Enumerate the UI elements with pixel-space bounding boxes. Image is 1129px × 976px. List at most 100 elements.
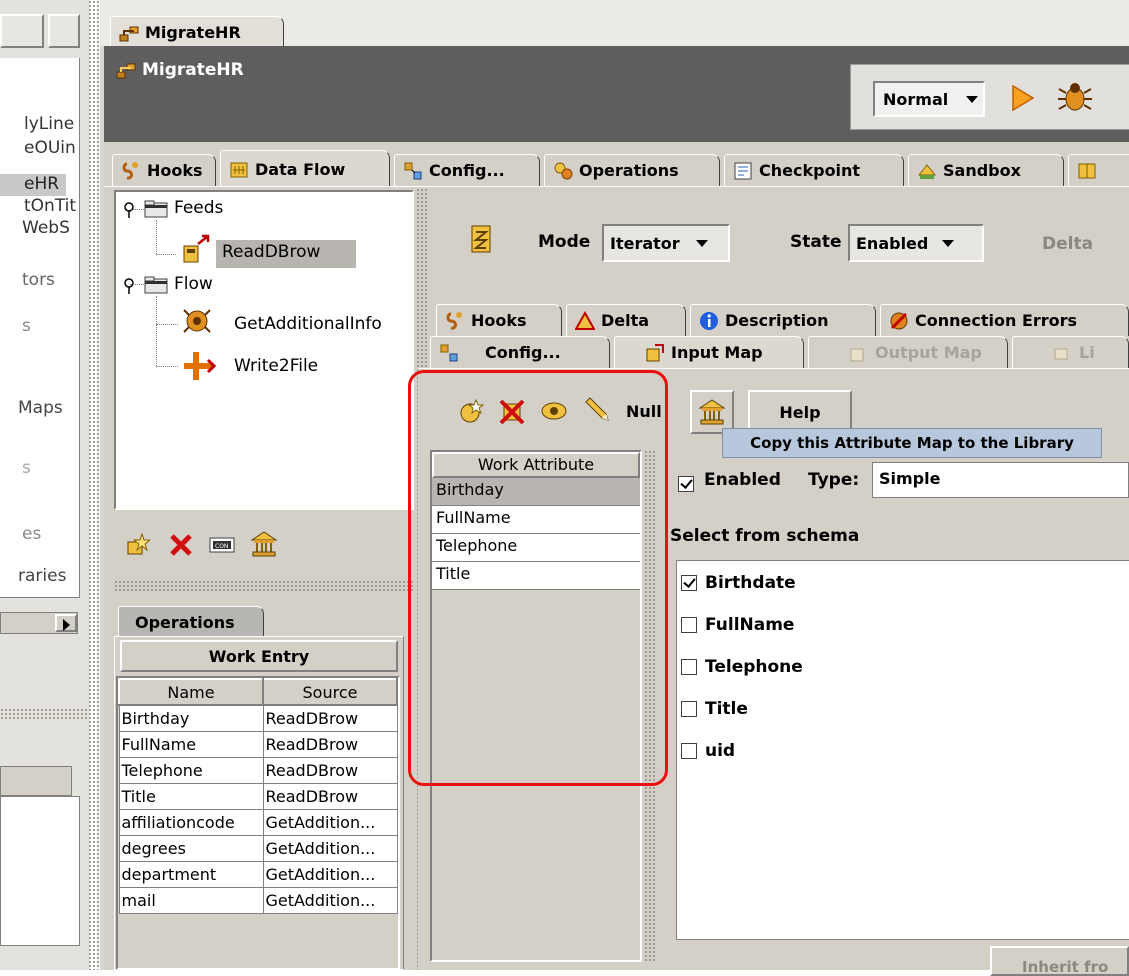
comp-tab-delta[interactable]: Delta: [566, 304, 686, 336]
play-icon: [1012, 84, 1035, 112]
table-row[interactable]: degrees GetAddition...: [118, 834, 398, 862]
tree-connector: [156, 324, 178, 325]
tree-node-getadditionalinfo[interactable]: GetAdditionalInfo: [234, 314, 382, 334]
left-hscrollbar[interactable]: [0, 612, 78, 634]
cell-name: Title: [118, 782, 264, 810]
tab-checkpoint[interactable]: Checkpoint: [724, 154, 904, 186]
left-item[interactable]: WebS: [22, 218, 70, 238]
tab-label: Config...: [429, 161, 505, 180]
tab-label: Sandbox: [943, 161, 1021, 180]
enabled-checkbox[interactable]: [678, 476, 694, 492]
left-splitter-horizontal[interactable]: [114, 580, 414, 592]
run-mode-select[interactable]: Normal: [873, 81, 985, 117]
comp-tab-input-map[interactable]: Input Map: [614, 336, 804, 368]
tab-sandbox[interactable]: Sandbox: [908, 154, 1064, 186]
debug-button[interactable]: [1055, 79, 1095, 117]
tree-node-flow[interactable]: Flow: [174, 274, 213, 294]
schema-item[interactable]: Birthdate: [681, 573, 796, 593]
tab-hooks[interactable]: Hooks: [112, 154, 216, 186]
tree-expander[interactable]: [122, 278, 136, 294]
delete-icon[interactable]: [168, 532, 194, 558]
run-button[interactable]: [1007, 83, 1037, 113]
table-row[interactable]: mail GetAddition...: [118, 886, 398, 914]
tab-label: Checkpoint: [759, 161, 861, 180]
schema-checkbox[interactable]: [681, 575, 697, 591]
table-row[interactable]: Telephone ReadDBrow: [118, 756, 398, 784]
main-area: MigrateHR MigrateHR Normal Hooks Data Fl…: [100, 0, 1129, 976]
schema-item-label: Title: [705, 699, 748, 719]
comp-tab-more[interactable]: Li: [1012, 336, 1129, 368]
tab-data-flow[interactable]: Data Flow: [220, 150, 390, 188]
mode-select[interactable]: Iterator: [602, 224, 730, 262]
left-vertical-splitter[interactable]: [88, 0, 100, 970]
schema-item[interactable]: uid: [681, 741, 735, 761]
left-item[interactable]: lyLine: [24, 114, 74, 134]
tree-node-feeds[interactable]: Feeds: [174, 198, 223, 218]
column-header-name[interactable]: Name: [118, 678, 264, 706]
comp-tab-hooks[interactable]: Hooks: [436, 304, 562, 336]
schema-item[interactable]: FullName: [681, 615, 794, 635]
cell-name: Telephone: [118, 756, 264, 784]
cell-source: ReadDBrow: [262, 756, 398, 784]
chevron-down-icon: [966, 95, 979, 103]
map-detail: Enabled Type: Simple Select from schema …: [660, 450, 1129, 960]
cell-source: GetAddition...: [262, 834, 398, 862]
schema-checkbox[interactable]: [681, 743, 697, 759]
state-label: State: [790, 232, 842, 252]
connector-con-icon[interactable]: CON: [208, 534, 236, 556]
schema-checkbox[interactable]: [681, 701, 697, 717]
left-splitter[interactable]: [0, 708, 88, 720]
operations-tab[interactable]: Operations: [118, 606, 264, 638]
mode-label: Mode: [538, 232, 591, 252]
script-component-icon: [183, 309, 211, 333]
comp-tab-description[interactable]: Description: [690, 304, 876, 336]
tab-operations[interactable]: Operations: [544, 154, 720, 186]
run-controls: Normal: [850, 64, 1129, 130]
table-row[interactable]: department GetAddition...: [118, 860, 398, 888]
config-icon: [404, 162, 422, 179]
tab-config[interactable]: Config...: [394, 154, 540, 186]
chevron-down-icon: [695, 239, 708, 247]
table-row[interactable]: Title ReadDBrow: [118, 782, 398, 810]
left-item[interactable]: eHR: [24, 174, 59, 194]
comp-tab-config[interactable]: Config...: [430, 336, 610, 368]
tab-label: Config...: [485, 343, 561, 362]
inherit-button[interactable]: Inherit fro: [990, 946, 1129, 976]
tab-more[interactable]: [1068, 154, 1129, 186]
sandbox-icon: [917, 163, 937, 179]
delta-label: Delta: [1042, 234, 1094, 254]
schema-item[interactable]: Title: [681, 699, 748, 719]
tree-node-readdbrow[interactable]: ReadDBrow: [222, 242, 320, 262]
schema-checkbox[interactable]: [681, 659, 697, 675]
tree-node-write2file[interactable]: Write2File: [234, 356, 318, 376]
schema-item[interactable]: Telephone: [681, 657, 803, 677]
left-top-button[interactable]: [48, 14, 80, 48]
left-item[interactable]: es: [22, 524, 41, 544]
left-item[interactable]: s: [22, 458, 31, 478]
assemblyline-icon: [119, 23, 139, 43]
left-item[interactable]: tors: [22, 270, 55, 290]
library-icon: [698, 399, 726, 425]
table-row[interactable]: FullName ReadDBrow: [118, 730, 398, 758]
comp-tab-output-map[interactable]: Output Map: [808, 336, 1008, 368]
table-row[interactable]: affiliationcode GetAddition...: [118, 808, 398, 836]
window-tab-migratehr[interactable]: MigrateHR: [110, 16, 284, 48]
state-value: Enabled: [856, 233, 929, 253]
scroll-right-button[interactable]: [55, 614, 77, 632]
left-item[interactable]: raries: [18, 566, 66, 586]
schema-checkbox[interactable]: [681, 617, 697, 633]
left-top-tab[interactable]: [0, 14, 44, 48]
table-row[interactable]: Birthday ReadDBrow: [118, 704, 398, 732]
cell-source: ReadDBrow: [262, 730, 398, 758]
left-item[interactable]: s: [22, 316, 31, 336]
library-icon[interactable]: [250, 530, 278, 558]
tree-connector: [156, 296, 157, 366]
state-select[interactable]: Enabled: [848, 224, 984, 262]
left-item[interactable]: eOUin: [24, 138, 76, 158]
left-item[interactable]: Maps: [18, 398, 63, 418]
comp-tab-connection-errors[interactable]: Connection Errors: [880, 304, 1129, 336]
add-component-icon[interactable]: [124, 532, 150, 558]
left-item[interactable]: tOnTit: [24, 196, 76, 216]
type-select[interactable]: Simple: [872, 462, 1129, 498]
column-header-source[interactable]: Source: [262, 678, 398, 706]
